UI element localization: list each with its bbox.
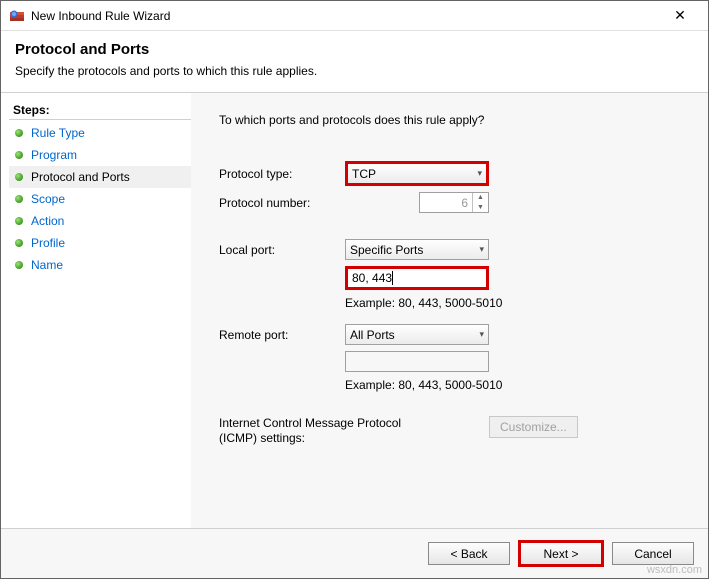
protocol-number-label: Protocol number: bbox=[219, 196, 345, 210]
wizard-content: To which ports and protocols does this r… bbox=[191, 93, 708, 528]
row-icmp: Internet Control Message Protocol (ICMP)… bbox=[219, 416, 684, 446]
page-title: Protocol and Ports bbox=[15, 41, 694, 58]
step-label: Scope bbox=[31, 192, 65, 206]
bullet-icon bbox=[15, 217, 23, 225]
bullet-icon bbox=[15, 239, 23, 247]
remote-port-select-value: All Ports bbox=[350, 328, 395, 342]
protocol-number-value: 6 bbox=[420, 196, 472, 210]
chevron-down-icon: ▾ bbox=[479, 244, 484, 255]
remote-port-select[interactable]: All Ports ▾ bbox=[345, 324, 489, 345]
close-button[interactable]: ✕ bbox=[660, 2, 700, 30]
back-button[interactable]: < Back bbox=[428, 542, 510, 565]
protocol-number-spinner: 6 ▲▼ bbox=[419, 192, 489, 213]
wizard-footer: < Back Next > Cancel bbox=[1, 528, 708, 578]
question-text: To which ports and protocols does this r… bbox=[219, 113, 684, 127]
protocol-type-select[interactable]: TCP ▾ bbox=[348, 164, 486, 183]
step-label: Protocol and Ports bbox=[31, 170, 130, 184]
back-label: < Back bbox=[450, 547, 487, 561]
remote-port-example: Example: 80, 443, 5000-5010 bbox=[345, 378, 684, 392]
step-profile[interactable]: Profile bbox=[9, 232, 191, 254]
row-local-port-input: 80, 443 bbox=[219, 266, 684, 290]
wizard-body: Steps: Rule Type Program Protocol and Po… bbox=[1, 92, 708, 528]
protocol-type-value: TCP bbox=[352, 167, 376, 181]
step-program[interactable]: Program bbox=[9, 144, 191, 166]
chevron-down-icon: ▾ bbox=[479, 329, 484, 340]
cancel-button[interactable]: Cancel bbox=[612, 542, 694, 565]
local-port-label: Local port: bbox=[219, 243, 345, 257]
highlight-local-port: 80, 443 bbox=[345, 266, 489, 290]
highlight-next: Next > bbox=[518, 540, 604, 567]
wizard-header: Protocol and Ports Specify the protocols… bbox=[1, 31, 708, 92]
remote-port-input[interactable] bbox=[345, 351, 489, 372]
row-remote-port-select: Remote port: All Ports ▾ bbox=[219, 324, 684, 345]
row-remote-port-input bbox=[219, 351, 684, 372]
bullet-icon bbox=[15, 129, 23, 137]
local-port-example: Example: 80, 443, 5000-5010 bbox=[345, 296, 684, 310]
icmp-customize-button: Customize... bbox=[489, 416, 578, 438]
row-local-port-select: Local port: Specific Ports ▾ bbox=[219, 239, 684, 260]
bullet-icon bbox=[15, 151, 23, 159]
step-label: Program bbox=[31, 148, 77, 162]
titlebar: New Inbound Rule Wizard ✕ bbox=[1, 1, 708, 31]
steps-heading: Steps: bbox=[9, 101, 191, 120]
step-scope[interactable]: Scope bbox=[9, 188, 191, 210]
step-label: Action bbox=[31, 214, 64, 228]
spinner-arrows: ▲▼ bbox=[472, 193, 488, 212]
step-action[interactable]: Action bbox=[9, 210, 191, 232]
local-port-select-value: Specific Ports bbox=[350, 243, 423, 257]
chevron-down-icon: ▼ bbox=[473, 203, 488, 213]
protocol-type-label: Protocol type: bbox=[219, 167, 345, 181]
firewall-icon bbox=[9, 8, 25, 24]
row-protocol-number: Protocol number: 6 ▲▼ bbox=[219, 192, 684, 213]
chevron-down-icon: ▾ bbox=[477, 168, 482, 179]
page-subtitle: Specify the protocols and ports to which… bbox=[15, 64, 694, 78]
local-port-select[interactable]: Specific Ports ▾ bbox=[345, 239, 489, 260]
chevron-up-icon: ▲ bbox=[473, 193, 488, 203]
local-port-input[interactable]: 80, 443 bbox=[348, 269, 486, 287]
text-cursor bbox=[392, 271, 393, 285]
bullet-icon bbox=[15, 261, 23, 269]
wizard-window: New Inbound Rule Wizard ✕ Protocol and P… bbox=[0, 0, 709, 579]
watermark: wsxdn.com bbox=[647, 564, 702, 576]
next-label: Next > bbox=[543, 547, 578, 561]
step-label: Rule Type bbox=[31, 126, 85, 140]
icmp-label: Internet Control Message Protocol (ICMP)… bbox=[219, 416, 419, 446]
step-protocol-and-ports[interactable]: Protocol and Ports bbox=[9, 166, 191, 188]
bullet-icon bbox=[15, 195, 23, 203]
highlight-protocol-type: TCP ▾ bbox=[345, 161, 489, 186]
steps-sidebar: Steps: Rule Type Program Protocol and Po… bbox=[1, 93, 191, 528]
step-label: Name bbox=[31, 258, 63, 272]
remote-port-label: Remote port: bbox=[219, 328, 345, 342]
icmp-button-label: Customize... bbox=[500, 420, 567, 434]
row-protocol-type: Protocol type: TCP ▾ bbox=[219, 161, 684, 186]
window-title: New Inbound Rule Wizard bbox=[31, 9, 660, 23]
next-button[interactable]: Next > bbox=[521, 543, 601, 564]
bullet-icon bbox=[15, 173, 23, 181]
step-name[interactable]: Name bbox=[9, 254, 191, 276]
step-rule-type[interactable]: Rule Type bbox=[9, 122, 191, 144]
step-label: Profile bbox=[31, 236, 65, 250]
cancel-label: Cancel bbox=[634, 547, 671, 561]
local-port-value: 80, 443 bbox=[352, 271, 392, 285]
